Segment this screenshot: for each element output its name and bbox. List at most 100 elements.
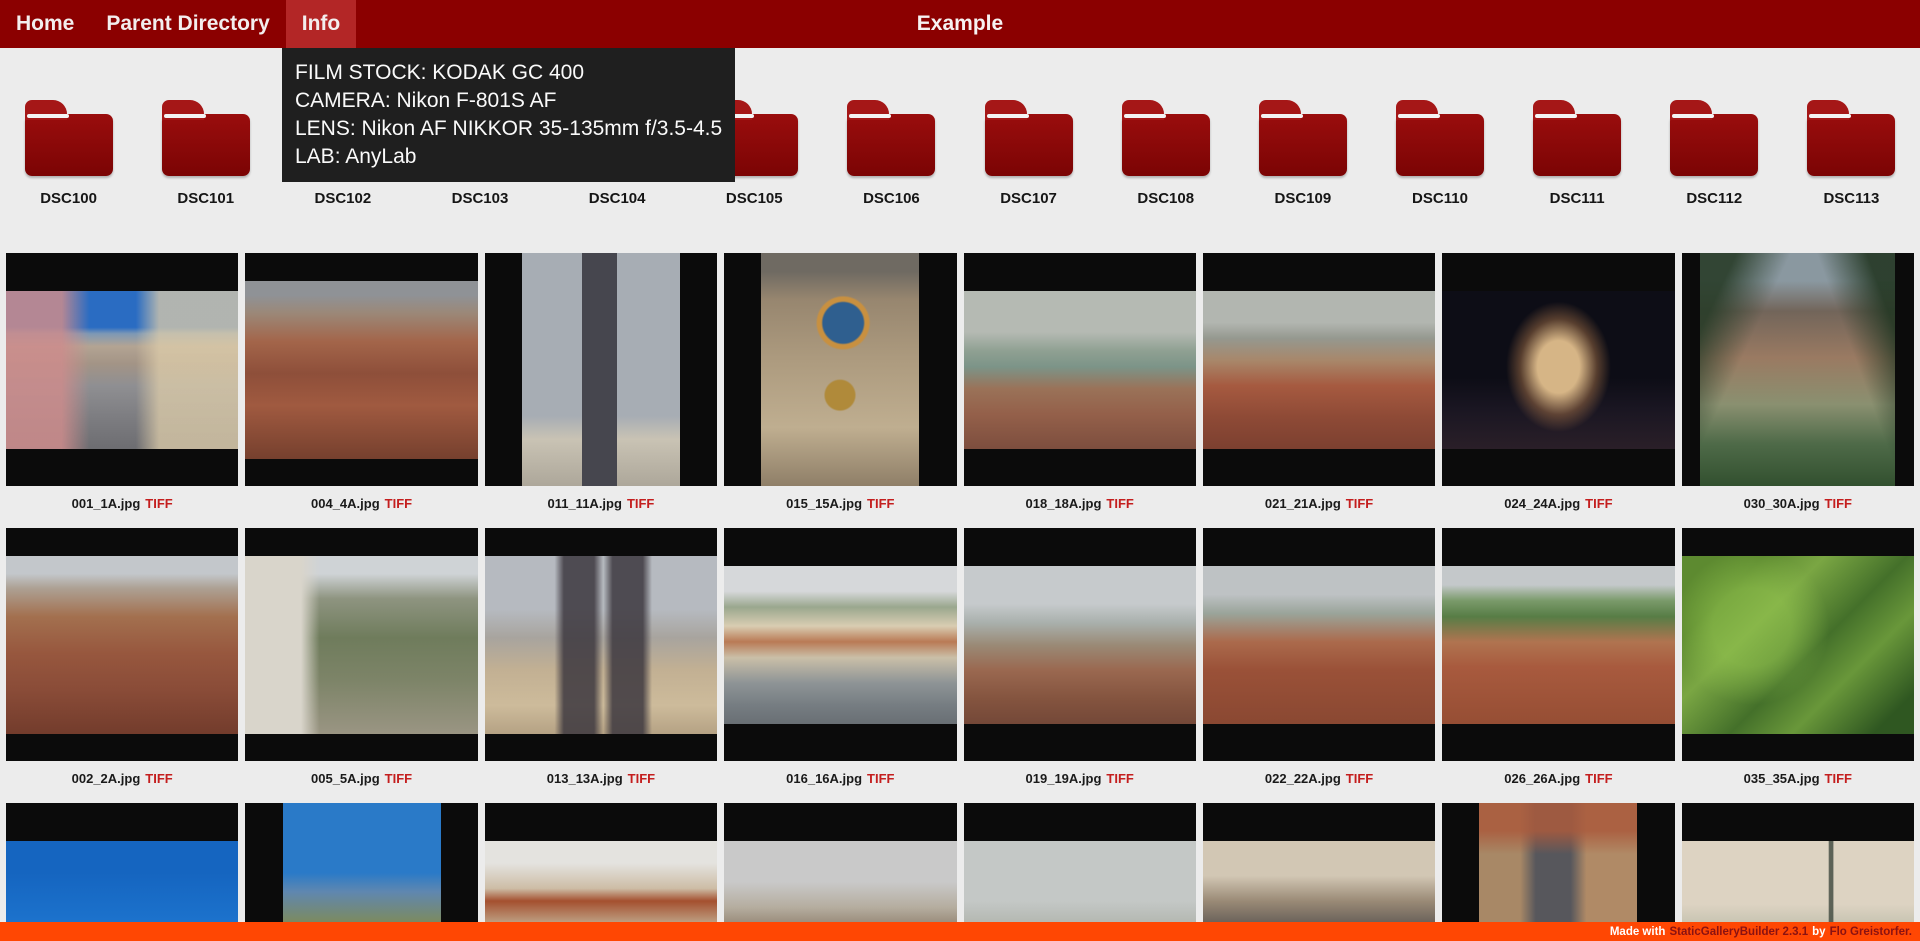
photo-filename-link[interactable]: 015_15A.jpg bbox=[786, 496, 862, 511]
photo-filename-link[interactable]: 024_24A.jpg bbox=[1504, 496, 1580, 511]
folder-item-dsc100[interactable]: DSC100 bbox=[0, 98, 137, 207]
folder-item-dsc112[interactable]: DSC112 bbox=[1646, 98, 1783, 207]
photo-filename-link[interactable]: 018_18A.jpg bbox=[1026, 496, 1102, 511]
gallery-cell: 019_19A.jpg TIFF bbox=[964, 528, 1196, 791]
thumbnail-026-26a[interactable] bbox=[1442, 528, 1674, 761]
thumbnail-030-30a[interactable] bbox=[1682, 253, 1914, 486]
tooltip-camera: CAMERA: Nikon F-801S AF bbox=[295, 87, 722, 115]
footer-author-link[interactable]: Flo Greistorfer. bbox=[1830, 926, 1912, 938]
tiff-link[interactable]: TIFF bbox=[145, 771, 172, 786]
thumbnail-row3-1[interactable] bbox=[6, 803, 238, 941]
thumbnail-015-15a[interactable] bbox=[724, 253, 956, 486]
thumbnail-013-13a[interactable] bbox=[485, 528, 717, 761]
folder-label: DSC109 bbox=[1234, 190, 1371, 207]
gallery-cell bbox=[1682, 803, 1914, 941]
tiff-link[interactable]: TIFF bbox=[1106, 771, 1133, 786]
thumbnail-021-21a[interactable] bbox=[1203, 253, 1435, 486]
photo-filename-link[interactable]: 011_11A.jpg bbox=[547, 496, 621, 511]
tiff-link[interactable]: TIFF bbox=[628, 771, 655, 786]
folder-icon bbox=[847, 114, 935, 176]
tiff-link[interactable]: TIFF bbox=[1346, 771, 1373, 786]
gallery-cell bbox=[6, 803, 238, 941]
nav-item-home[interactable]: Home bbox=[0, 0, 90, 48]
footer-bar: Made with StaticGalleryBuilder 2.3.1 by … bbox=[0, 922, 1920, 941]
thumbnail-002-2a[interactable] bbox=[6, 528, 238, 761]
photo-filename-link[interactable]: 030_30A.jpg bbox=[1744, 496, 1820, 511]
thumbnail-001-1a[interactable] bbox=[6, 253, 238, 486]
thumbnail-011-11a[interactable] bbox=[485, 253, 717, 486]
photo-filename-link[interactable]: 026_26A.jpg bbox=[1504, 771, 1580, 786]
photo-hillside-wall bbox=[245, 556, 477, 734]
gallery-cell: 018_18A.jpg TIFF bbox=[964, 253, 1196, 516]
folder-item-dsc101[interactable]: DSC101 bbox=[137, 98, 274, 207]
caption: 022_22A.jpg TIFF bbox=[1203, 765, 1435, 791]
caption: 026_26A.jpg TIFF bbox=[1442, 765, 1674, 791]
gallery-cell: 035_35A.jpg TIFF bbox=[1682, 528, 1914, 791]
photo-filename-link[interactable]: 035_35A.jpg bbox=[1744, 771, 1820, 786]
thumbnail-row3-4[interactable] bbox=[724, 803, 956, 941]
thumbnail-row3-8[interactable] bbox=[1682, 803, 1914, 941]
folder-item-dsc108[interactable]: DSC108 bbox=[1097, 98, 1234, 207]
footer-by-text: by bbox=[1812, 926, 1825, 938]
folder-item-dsc107[interactable]: DSC107 bbox=[960, 98, 1097, 207]
thumbnail-018-18a[interactable] bbox=[964, 253, 1196, 486]
gallery-cell: 005_5A.jpg TIFF bbox=[245, 528, 477, 791]
tiff-link[interactable]: TIFF bbox=[867, 496, 894, 511]
thumbnail-005-5a[interactable] bbox=[245, 528, 477, 761]
photo-castle-view bbox=[1203, 291, 1435, 449]
photo-filename-link[interactable]: 001_1A.jpg bbox=[72, 496, 141, 511]
tiff-link[interactable]: TIFF bbox=[627, 496, 654, 511]
caption: 015_15A.jpg TIFF bbox=[724, 490, 956, 516]
thumbnail-004-4a[interactable] bbox=[245, 253, 477, 486]
folder-label: DSC104 bbox=[549, 190, 686, 207]
tiff-link[interactable]: TIFF bbox=[1825, 771, 1852, 786]
gallery-cell: 004_4A.jpg TIFF bbox=[245, 253, 477, 516]
tooltip-lens: LENS: Nikon AF NIKKOR 35-135mm f/3.5-4.5 bbox=[295, 115, 722, 143]
photo-filename-link[interactable]: 019_19A.jpg bbox=[1026, 771, 1102, 786]
folder-item-dsc110[interactable]: DSC110 bbox=[1371, 98, 1508, 207]
thumbnail-row3-3[interactable] bbox=[485, 803, 717, 941]
gallery-cell: 002_2A.jpg TIFF bbox=[6, 528, 238, 791]
tiff-link[interactable]: TIFF bbox=[1585, 771, 1612, 786]
tiff-link[interactable]: TIFF bbox=[1585, 496, 1612, 511]
photo-city-panorama bbox=[1203, 566, 1435, 724]
thumbnail-016-16a[interactable] bbox=[724, 528, 956, 761]
folder-icon bbox=[1533, 114, 1621, 176]
photo-filename-link[interactable]: 016_16A.jpg bbox=[786, 771, 862, 786]
tiff-link[interactable]: TIFF bbox=[867, 771, 894, 786]
folder-item-dsc106[interactable]: DSC106 bbox=[823, 98, 960, 207]
thumbnail-019-19a[interactable] bbox=[964, 528, 1196, 761]
caption: 035_35A.jpg TIFF bbox=[1682, 765, 1914, 791]
folder-icon bbox=[1670, 114, 1758, 176]
nav-item-info[interactable]: Info bbox=[286, 0, 356, 48]
thumbnail-024-24a[interactable] bbox=[1442, 253, 1674, 486]
photo-filename-link[interactable]: 005_5A.jpg bbox=[311, 771, 380, 786]
nav-item-parent-directory[interactable]: Parent Directory bbox=[90, 0, 285, 48]
tiff-link[interactable]: TIFF bbox=[385, 771, 412, 786]
gallery-cell bbox=[245, 803, 477, 941]
photo-filename-link[interactable]: 004_4A.jpg bbox=[311, 496, 380, 511]
footer-builder-link[interactable]: StaticGalleryBuilder 2.3.1 bbox=[1669, 926, 1808, 938]
photo-filename-link[interactable]: 021_21A.jpg bbox=[1265, 496, 1341, 511]
tiff-link[interactable]: TIFF bbox=[1106, 496, 1133, 511]
thumbnail-row3-5[interactable] bbox=[964, 803, 1196, 941]
photo-filename-link[interactable]: 013_13A.jpg bbox=[547, 771, 623, 786]
photo-street-from-above bbox=[1479, 803, 1637, 941]
gallery-cell bbox=[724, 803, 956, 941]
gallery-cell: 015_15A.jpg TIFF bbox=[724, 253, 956, 516]
thumbnail-035-35a[interactable] bbox=[1682, 528, 1914, 761]
folder-item-dsc109[interactable]: DSC109 bbox=[1234, 98, 1371, 207]
folder-item-dsc111[interactable]: DSC111 bbox=[1509, 98, 1646, 207]
tiff-link[interactable]: TIFF bbox=[1825, 496, 1852, 511]
thumbnail-row3-6[interactable] bbox=[1203, 803, 1435, 941]
photo-filename-link[interactable]: 002_2A.jpg bbox=[72, 771, 141, 786]
thumbnail-row3-7[interactable] bbox=[1442, 803, 1674, 941]
thumbnail-row3-2[interactable] bbox=[245, 803, 477, 941]
caption: 030_30A.jpg TIFF bbox=[1682, 490, 1914, 516]
thumbnail-022-22a[interactable] bbox=[1203, 528, 1435, 761]
tiff-link[interactable]: TIFF bbox=[145, 496, 172, 511]
photo-filename-link[interactable]: 022_22A.jpg bbox=[1265, 771, 1341, 786]
tiff-link[interactable]: TIFF bbox=[1346, 496, 1373, 511]
folder-item-dsc113[interactable]: DSC113 bbox=[1783, 98, 1920, 207]
tiff-link[interactable]: TIFF bbox=[385, 496, 412, 511]
